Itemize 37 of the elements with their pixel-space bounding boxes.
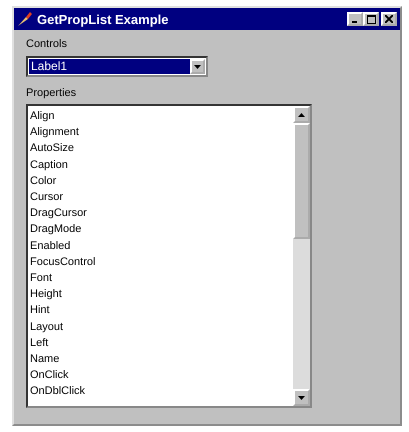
- list-item[interactable]: OnClick: [30, 367, 291, 384]
- caret-down-icon: [298, 396, 305, 400]
- dropdown-arrow-button[interactable]: [190, 59, 205, 74]
- list-item[interactable]: DragMode: [30, 221, 291, 238]
- list-item[interactable]: Align: [30, 108, 291, 124]
- scroll-down-button[interactable]: [293, 389, 310, 406]
- controls-label: Controls: [26, 38, 68, 50]
- list-item[interactable]: AutoSize: [30, 140, 291, 157]
- scroll-up-button[interactable]: [293, 106, 310, 123]
- list-item[interactable]: DragCursor: [30, 205, 291, 222]
- list-item[interactable]: Cursor: [30, 189, 291, 206]
- list-item[interactable]: Alignment: [30, 124, 291, 140]
- list-item[interactable]: Name: [30, 351, 291, 368]
- maximize-button[interactable]: [363, 12, 379, 26]
- controls-dropdown[interactable]: Label1: [26, 56, 208, 77]
- list-item[interactable]: Hint: [30, 302, 291, 319]
- maximize-icon: [366, 14, 376, 24]
- minimize-button[interactable]: [347, 12, 363, 26]
- close-button[interactable]: [381, 12, 397, 26]
- list-item[interactable]: Left: [30, 334, 291, 352]
- list-item[interactable]: OnDblClick: [30, 383, 291, 400]
- scrollbar[interactable]: [293, 106, 310, 406]
- dropdown-value: Label1: [29, 59, 190, 74]
- properties-label: Properties: [26, 87, 78, 99]
- list-item[interactable]: Layout: [30, 318, 291, 335]
- window-title: GetPropList Example: [37, 12, 170, 26]
- list-item[interactable]: Caption: [30, 156, 291, 173]
- list-item[interactable]: FocusControl: [30, 254, 291, 270]
- torch-icon: [17, 11, 33, 27]
- list-item[interactable]: Height: [30, 286, 291, 302]
- list-item[interactable]: Color: [30, 172, 291, 190]
- caret-down-icon: [194, 64, 201, 68]
- caret-up-icon: [298, 112, 305, 116]
- list-item[interactable]: Enabled: [30, 238, 291, 254]
- scroll-thumb[interactable]: [293, 123, 310, 239]
- list-item[interactable]: Font: [30, 270, 291, 286]
- close-icon: [385, 15, 393, 23]
